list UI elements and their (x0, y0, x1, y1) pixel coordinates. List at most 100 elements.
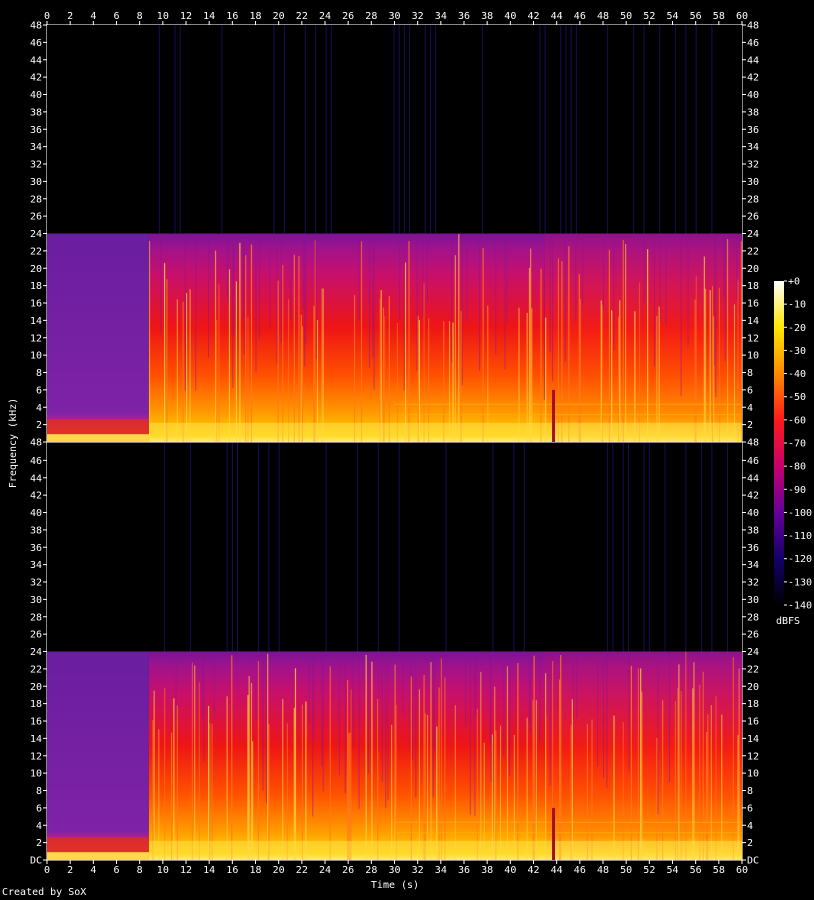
x-tick-label: 40 (504, 11, 516, 22)
transient-streak (586, 724, 588, 860)
dark-streak (466, 233, 468, 323)
transient-streak (293, 707, 295, 860)
transient-streak (294, 668, 297, 860)
transient-streak (426, 714, 429, 860)
dark-streak (242, 233, 244, 320)
y-tick-label: 20 (747, 682, 759, 693)
transient-streak (532, 700, 534, 860)
x-tick-label: 2 (67, 11, 73, 22)
y-tick-label: 8 (747, 786, 753, 797)
x-tick-label: 36 (458, 11, 470, 22)
transient-streak (239, 242, 241, 442)
y-tick-label: 48 (30, 21, 42, 32)
y-tick-label: 30 (747, 595, 759, 606)
dark-streak (576, 651, 578, 719)
dropout-marker (552, 389, 556, 442)
y-tick-label: 48 (30, 438, 42, 449)
y-tick-label: 12 (30, 751, 42, 762)
y-tick-label: 10 (747, 351, 759, 362)
y-tick-label: 10 (30, 769, 42, 780)
transient-streak (382, 307, 385, 442)
dark-streak (479, 233, 481, 371)
dark-streak (606, 651, 608, 788)
y-tick-label: 32 (30, 578, 42, 589)
transient-streak (711, 285, 714, 442)
transient-streak (495, 730, 497, 860)
transient-streak (198, 682, 200, 860)
x-tick-label: 50 (620, 11, 632, 22)
transient-streak (703, 256, 705, 442)
transient-streak (148, 240, 151, 442)
transient-streak (721, 714, 723, 860)
dark-streak (489, 651, 491, 743)
y-tick-label: 20 (30, 682, 42, 693)
transient-streak (480, 671, 482, 860)
transient-streak (268, 723, 270, 860)
transient-streak (658, 306, 660, 442)
transient-streak (706, 731, 708, 860)
y-tick-label: 20 (30, 264, 42, 275)
dark-streak (399, 233, 401, 320)
x-tick-label: 32 (412, 865, 424, 876)
transient-streak (424, 713, 426, 860)
transient-streak (218, 284, 220, 442)
dark-streak (315, 233, 317, 359)
transient-streak (305, 701, 307, 860)
dark-streak (474, 651, 476, 816)
transient-streak (738, 668, 740, 860)
transient-streak (329, 666, 331, 860)
dark-streak (736, 233, 738, 300)
dark-streak (276, 233, 278, 364)
transient-streak (680, 691, 682, 860)
dark-streak (373, 233, 375, 390)
colorbar-tick-label: -30 (788, 346, 806, 357)
transient-streak (622, 722, 624, 860)
x-tick-label: 52 (643, 11, 655, 22)
y-tick-label: 36 (747, 125, 759, 136)
transient-streak (298, 255, 300, 442)
dark-streak (280, 233, 282, 343)
y-tick-label: 42 (30, 73, 42, 84)
y-tick-label: 4 (36, 821, 42, 832)
dark-streak (495, 233, 497, 355)
dark-streak (426, 233, 428, 302)
y-tick-label: 18 (747, 281, 759, 292)
dark-streak (653, 233, 655, 367)
dark-streak (597, 651, 599, 767)
y-tick-label: 22 (30, 664, 42, 675)
transient-streak (277, 280, 279, 442)
y-tick-label: 14 (747, 316, 759, 327)
transient-streak (528, 267, 531, 442)
colorbar-tick-label: -120 (788, 554, 812, 565)
segment-intro (47, 233, 149, 442)
intro-dc-band (47, 852, 149, 860)
dark-streak (269, 233, 271, 329)
transient-streak (518, 307, 520, 442)
dark-streak (305, 233, 307, 344)
y-tick-label: 46 (30, 38, 42, 49)
x-tick-label: 34 (435, 11, 447, 22)
transient-streak (531, 308, 533, 442)
transient-streak (677, 687, 679, 860)
segment-intro (47, 651, 149, 860)
transient-streak (418, 689, 421, 860)
transient-streak (186, 293, 188, 442)
dark-streak (465, 651, 467, 727)
transient-streak (301, 704, 304, 860)
transient-streak (611, 310, 613, 442)
transient-streak (601, 304, 604, 442)
transient-streak (707, 714, 709, 860)
dark-streak (265, 651, 267, 804)
colorbar-tick-label: -10 (788, 300, 806, 311)
transient-streak (395, 704, 397, 860)
y-tick-label: DC (30, 856, 42, 867)
x-tick-label: 0 (44, 11, 50, 22)
transient-streak (715, 696, 717, 860)
harmonic-line (394, 403, 742, 405)
y-tick-label: 28 (747, 194, 759, 205)
colorbar: +0 -10 -20 -30 -40 -50 -60 -70 -80 -90 -100 -110 -12… (774, 277, 812, 612)
dark-streak (503, 651, 505, 757)
y-tick-label: 42 (30, 491, 42, 502)
y-tick-label: 32 (747, 578, 759, 589)
transient-streak (353, 295, 356, 442)
